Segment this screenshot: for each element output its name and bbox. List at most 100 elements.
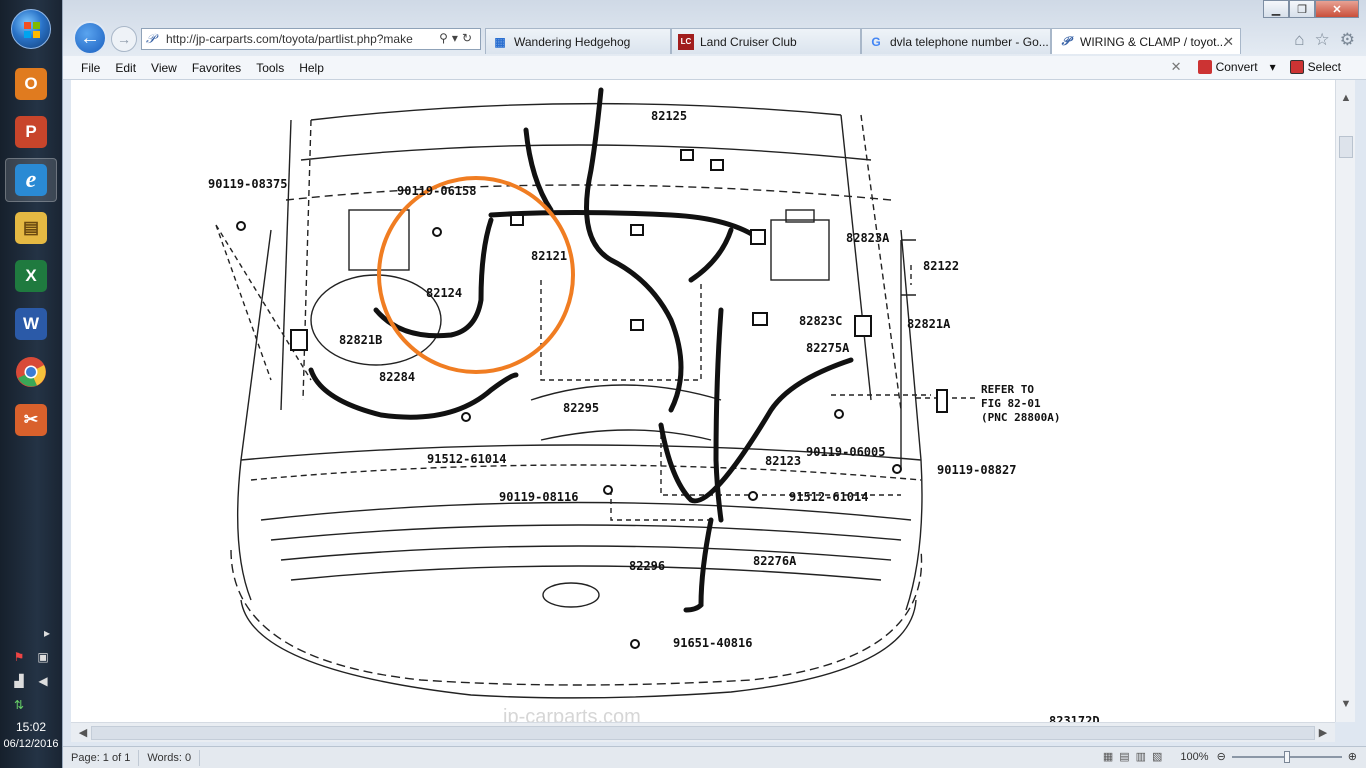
vertical-scrollbar[interactable]: ▲ ▼ [1335,80,1355,722]
taskbar-file-explorer-button[interactable]: ▤ [5,206,57,250]
taskbar-clock-time[interactable]: 15:02 [0,720,62,734]
address-bar[interactable]: 𝒫 http://jp-carparts.com/toyota/partlist… [141,28,481,50]
tab-wandering-hedgehog[interactable]: ▦ Wandering Hedgehog [485,28,671,54]
bumper-lower [240,599,917,699]
volume-icon[interactable]: ◀ [36,674,50,688]
command-bar: ✕ Convert ▾ Select [1171,59,1355,75]
clamp-91512-61014-a [461,412,471,422]
ie-page-icon: 𝒫 [1061,34,1071,48]
close-window-button[interactable]: ✕ [1315,0,1359,18]
zoom-level[interactable]: 100% [1180,751,1208,763]
action-center-icon[interactable]: ⚑ [12,650,26,664]
back-button[interactable]: ← [73,21,107,55]
label-90119-08827: 90119-08827 [937,463,1016,477]
dropdown-icon[interactable]: ▾ [452,31,462,45]
menu-bar: File Edit View Favorites Tools Help ✕ Co… [63,56,1366,80]
left-fender [236,229,272,601]
convert-button[interactable]: Convert ▾ [1197,60,1276,74]
taskbar-clock-date[interactable]: 06/12/2016 [0,738,62,750]
tab-dvla-telephone-number[interactable]: G dvla telephone number - Go... [861,28,1051,54]
harness-82296 [683,517,714,613]
scroll-left-icon[interactable]: ◀ [73,726,93,739]
bolt-90119-06005 [834,409,844,419]
favorites-star-icon[interactable]: ☆ [1315,30,1330,50]
tab-wiring-and-clamp[interactable]: 𝒫 WIRING & CLAMP / toyot... ✕ [1051,28,1241,54]
radiator-support-inner [250,464,922,481]
harness-cross [488,210,764,243]
figure-code: 823172D [1049,714,1100,722]
select-button[interactable]: Select [1289,60,1341,74]
google-icon: G [871,34,881,49]
show-hidden-icons-arrow-icon[interactable]: ▸ [40,626,54,640]
wiring-clamp-diagram: 82125 90119-08375 90119-06158 82121 8282… [208,87,1060,699]
bolt-91651-40816 [630,639,640,649]
grille-bar-3 [290,565,882,581]
chrome-icon [16,357,46,387]
scroll-right-icon[interactable]: ▶ [1313,726,1333,739]
title-bar: ▁ ❐ ✕ ← → 𝒫 http://jp-carparts.com/toyot… [63,0,1366,56]
taskbar-outlook-button[interactable]: O [5,62,57,106]
word-icon: W [15,308,47,340]
start-button[interactable] [11,9,51,49]
menu-file[interactable]: File [81,61,100,75]
close-toolbar-icon[interactable]: ✕ [1171,59,1182,75]
horizontal-scroll-thumb[interactable] [91,726,1315,740]
site-watermark: jp-carparts.com [503,706,641,722]
menu-help[interactable]: Help [299,61,324,75]
hood-left-edge [280,119,292,411]
network-signal-icon[interactable]: ▟ [12,674,26,688]
label-90119-06158: 90119-06158 [397,184,476,198]
label-91651-40816: 91651-40816 [673,636,752,650]
tab-land-cruiser-club[interactable]: LC Land Cruiser Club [671,28,861,54]
menu-view[interactable]: View [151,61,177,75]
clipboard-icon[interactable]: ▣ [36,650,50,664]
horizontal-scrollbar[interactable]: ◀ ▶ [71,722,1335,742]
tab-label: dvla telephone number - Go... [890,34,1049,49]
label-91512-61014-b: 91512-61014 [789,490,868,504]
zoom-out-icon[interactable]: ⊖ [1217,750,1226,763]
engine-front-cover [530,384,722,401]
tab-label: Land Cruiser Club [700,34,797,49]
forward-button[interactable]: → [111,26,137,52]
vertical-scroll-thumb[interactable] [1339,136,1353,158]
restore-icon: ❐ [1297,3,1307,16]
refresh-icon[interactable]: ↻ [462,31,476,45]
address-url[interactable]: http://jp-carparts.com/toyota/partlist.p… [166,32,436,46]
emblem [542,582,600,608]
label-82821A: 82821A [907,317,951,331]
maximize-button[interactable]: ❐ [1289,0,1315,18]
harness-82124 [373,217,494,339]
taskbar-powerpoint-button[interactable]: P [5,110,57,154]
zoom-slider-knob[interactable] [1283,750,1290,763]
close-tab-icon[interactable]: ✕ [1223,34,1234,50]
close-icon: ✕ [1332,3,1342,16]
menu-favorites[interactable]: Favorites [192,61,241,75]
home-icon[interactable]: ⌂ [1294,30,1304,50]
taskbar-word-button[interactable]: W [5,302,57,346]
zoom-in-icon[interactable]: ⊕ [1348,750,1357,763]
bolt-90119-08827 [892,464,902,474]
connector-82821A [854,315,872,337]
menu-edit[interactable]: Edit [115,61,136,75]
minimize-button[interactable]: ▁ [1263,0,1289,18]
hedgehog-site-icon: ▦ [494,34,506,49]
wire-harness [308,87,854,613]
taskbar-snipping-tool-button[interactable]: ✂ [5,398,57,442]
search-icon[interactable]: ⚲ [439,31,452,45]
label-90119-08116: 90119-08116 [499,490,578,504]
view-mode-icons[interactable]: ▦▤▥▧ [1103,750,1169,763]
scroll-up-icon[interactable]: ▲ [1336,92,1356,104]
bolt-90119-08375 [236,221,246,231]
grille-top [260,501,912,521]
connector [630,224,644,236]
settings-gear-icon[interactable]: ⚙ [1340,30,1355,50]
brake-booster [310,274,442,366]
safely-remove-hardware-icon[interactable]: ⇅ [12,698,26,712]
taskbar-internet-explorer-button[interactable]: e [5,158,57,202]
taskbar-chrome-button[interactable] [5,350,57,394]
scroll-down-icon[interactable]: ▼ [1336,698,1356,710]
excel-icon: X [15,260,47,292]
zoom-slider[interactable] [1231,750,1342,763]
taskbar-excel-button[interactable]: X [5,254,57,298]
menu-tools[interactable]: Tools [256,61,284,75]
